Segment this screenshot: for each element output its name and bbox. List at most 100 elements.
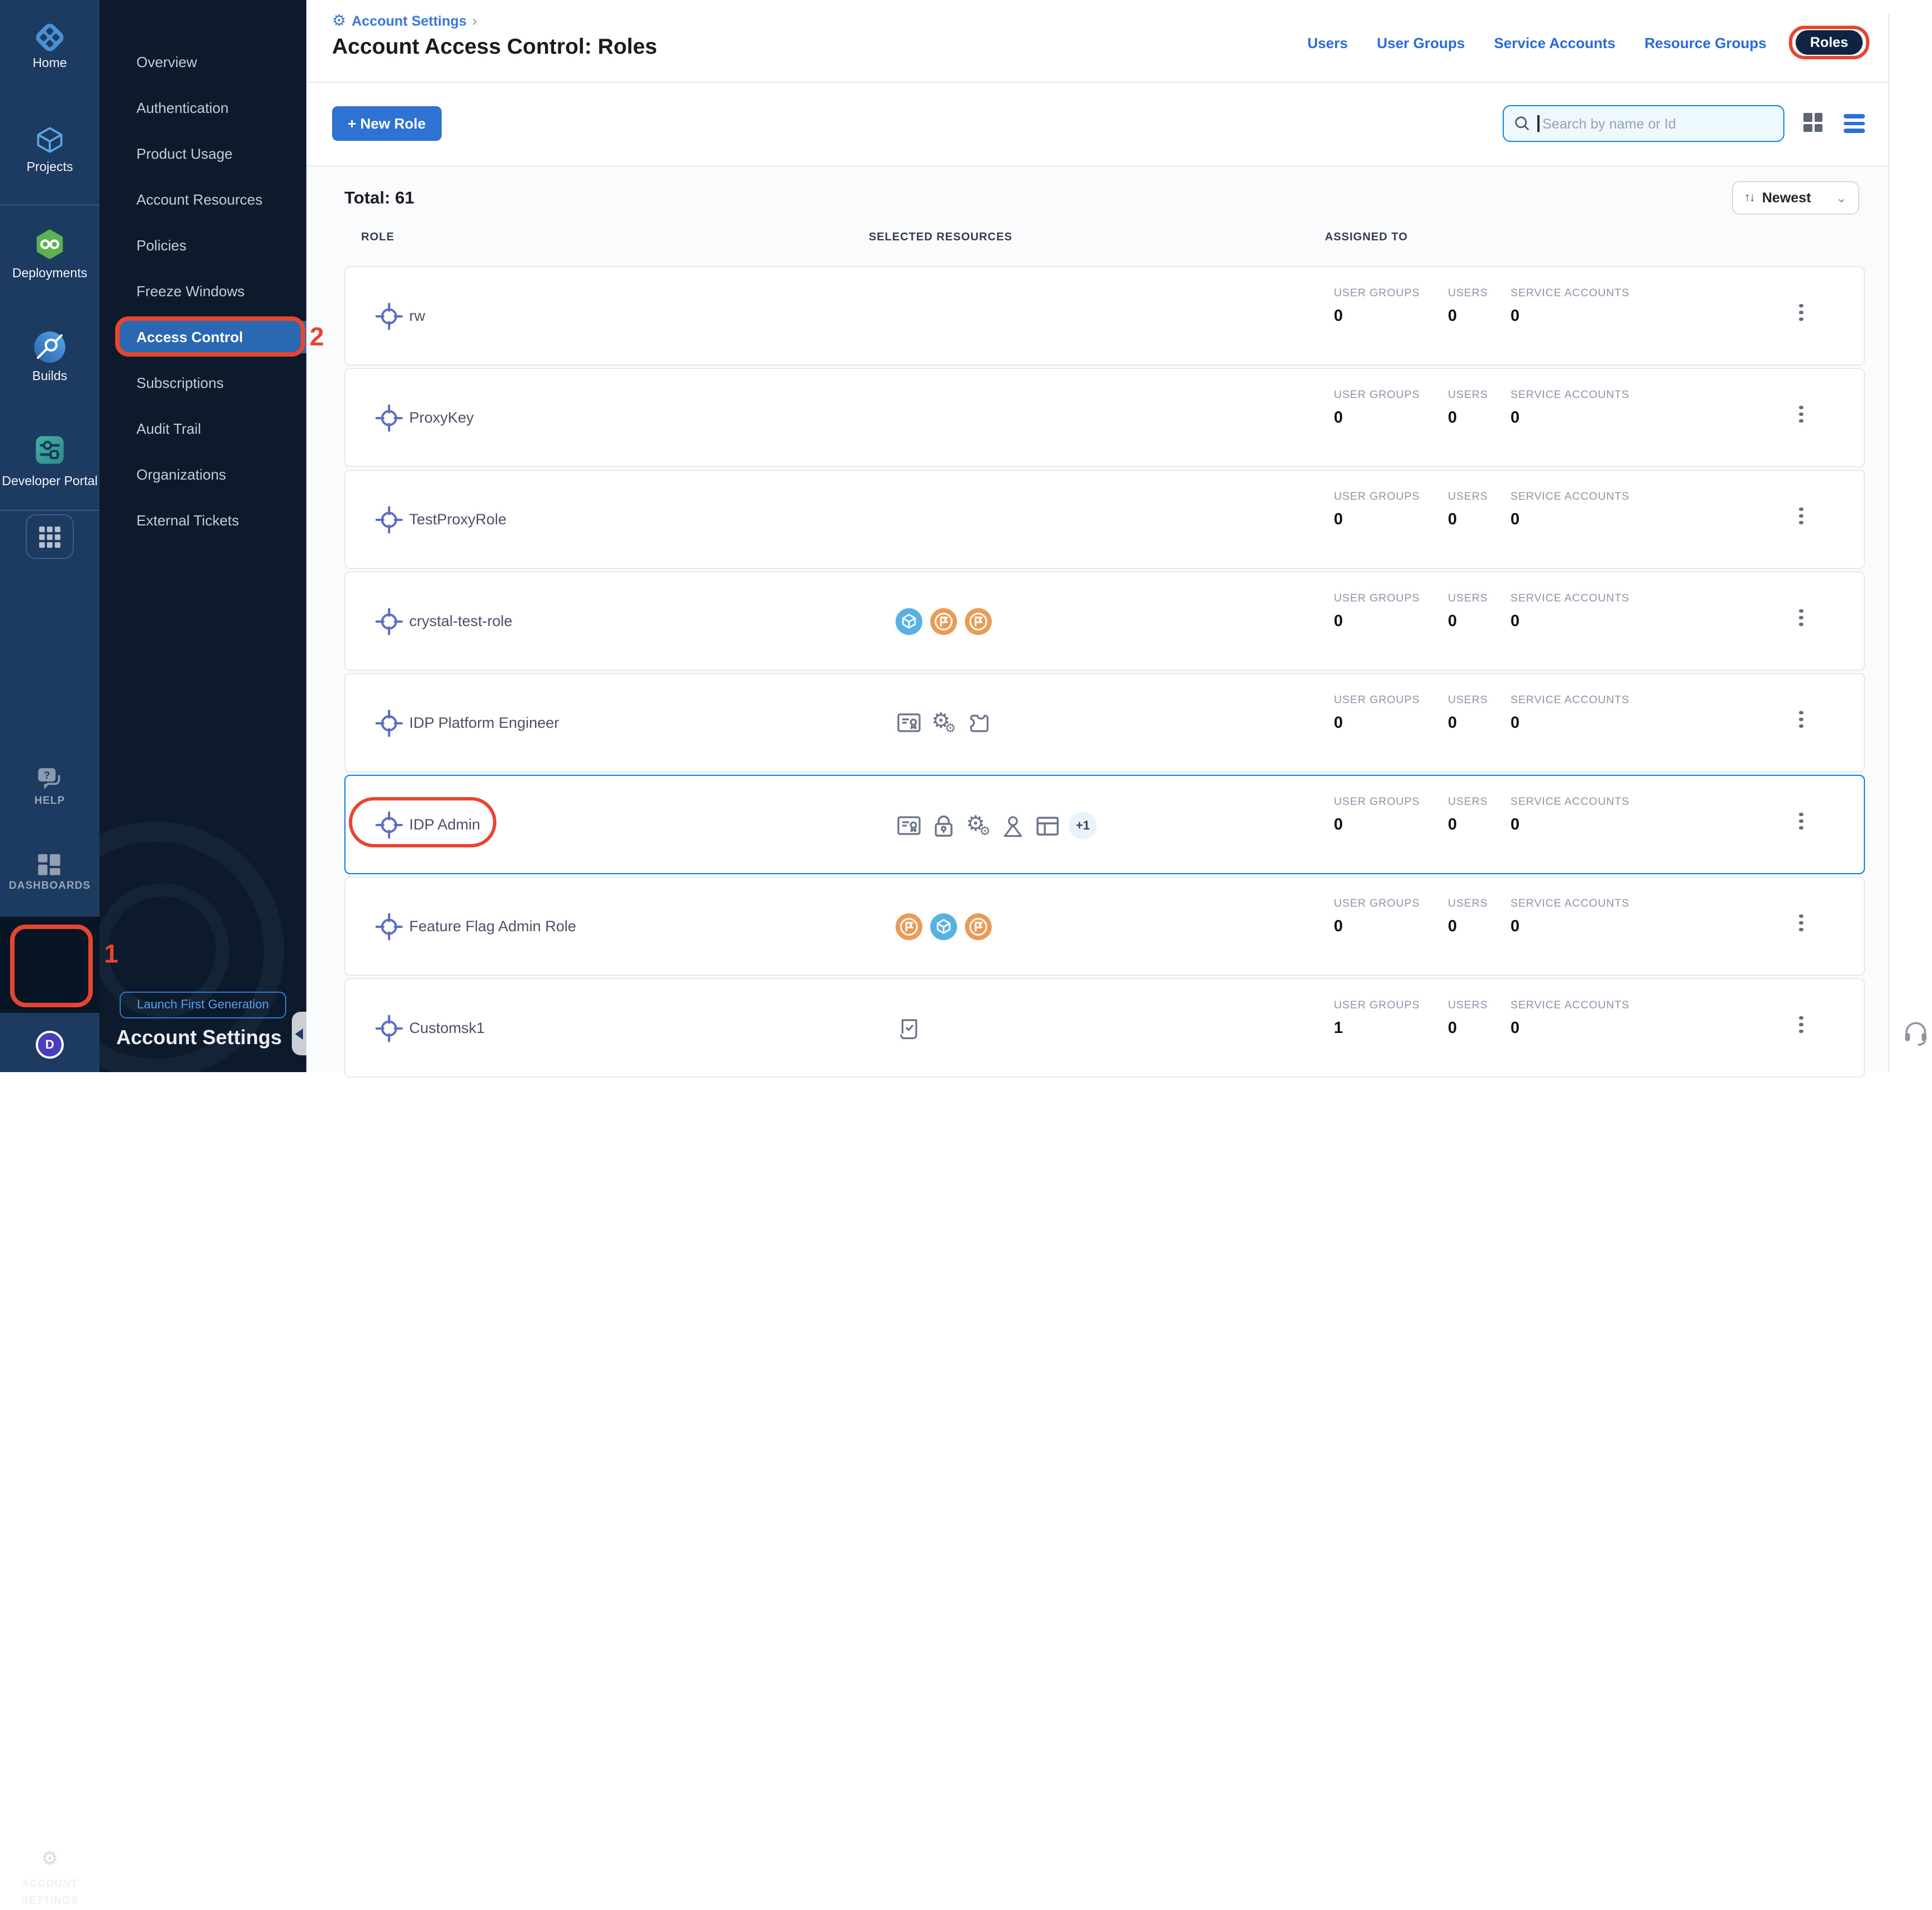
- users-label: USERS: [1448, 287, 1488, 300]
- table-row[interactable]: IDP Platform Engineer ⚙⚙ USER GROUPS 0 U…: [344, 673, 1865, 772]
- user-groups-count: 0: [1334, 816, 1343, 834]
- rail-item-deployments[interactable]: Deployments: [0, 267, 100, 281]
- kebab-menu[interactable]: [1790, 711, 1812, 738]
- cube-icon: [896, 608, 922, 635]
- kebab-menu[interactable]: [1790, 813, 1812, 840]
- role-name[interactable]: crystal-test-role: [409, 613, 513, 629]
- table-row[interactable]: rw USER GROUPS 0 USERS 0 SERVICE ACCOUNT…: [344, 266, 1865, 366]
- users-label: USERS: [1448, 389, 1488, 401]
- sidebar-item-overview[interactable]: Overview: [100, 46, 306, 78]
- user-groups-label: USER GROUPS: [1334, 491, 1420, 503]
- text-caret: [1537, 115, 1539, 132]
- overflow-count-badge[interactable]: +1: [1069, 812, 1097, 840]
- user-groups-count: 0: [1334, 613, 1343, 631]
- user-groups-label: USER GROUPS: [1334, 694, 1420, 707]
- role-name[interactable]: IDP Admin: [409, 816, 480, 833]
- table-row[interactable]: Feature Flag Admin Role USER GROUPS 0 US…: [344, 876, 1865, 976]
- flag-icon: [930, 608, 957, 635]
- gears-icon: ⚙⚙: [965, 812, 992, 839]
- rail-item-dashboards[interactable]: DASHBOARDS: [0, 880, 100, 892]
- settings-gear-icon: ⚙: [332, 11, 346, 30]
- sidebar-item-account-resources[interactable]: Account Resources: [100, 183, 306, 216]
- selected-resources: [896, 1015, 922, 1042]
- sidebar-item-authentication[interactable]: Authentication: [100, 92, 306, 124]
- breadcrumb-link[interactable]: Account Settings: [352, 13, 467, 29]
- list-view-toggle[interactable]: [1844, 114, 1865, 133]
- module-grid-icon[interactable]: [26, 514, 74, 559]
- home-icon[interactable]: [32, 20, 67, 55]
- service-accounts-count: 0: [1510, 1020, 1519, 1037]
- kebab-menu[interactable]: [1790, 914, 1812, 941]
- selected-resources: [896, 608, 992, 635]
- selected-resources: ⚙⚙ +1: [896, 812, 1097, 840]
- role-name[interactable]: Feature Flag Admin Role: [409, 918, 576, 935]
- role-target-icon: [375, 1014, 404, 1043]
- new-role-button[interactable]: + New Role: [332, 106, 441, 141]
- kebab-menu[interactable]: [1790, 1016, 1812, 1043]
- tab-service-accounts[interactable]: Service Accounts: [1494, 34, 1615, 51]
- role-name[interactable]: ProxyKey: [409, 409, 474, 426]
- flag-icon: [896, 913, 922, 940]
- sidebar-item-audit-trail[interactable]: Audit Trail: [100, 413, 306, 445]
- user-groups-label: USER GROUPS: [1334, 593, 1420, 605]
- user-avatar[interactable]: D: [36, 1031, 64, 1059]
- search-input[interactable]: Search by name or Id: [1503, 105, 1784, 142]
- role-name[interactable]: TestProxyRole: [409, 511, 506, 528]
- builds-icon[interactable]: [32, 330, 67, 364]
- table-row[interactable]: TestProxyRole USER GROUPS 0 USERS 0 SERV…: [344, 470, 1865, 569]
- tab-resource-groups[interactable]: Resource Groups: [1645, 34, 1767, 51]
- rail-item-account-settings[interactable]: ⚙ ACCOUNT SETTINGS: [0, 917, 100, 1013]
- role-target-icon: [375, 607, 404, 636]
- rail-item-developer-portal[interactable]: Developer Portal: [0, 474, 100, 490]
- sidebar-collapse-handle[interactable]: [292, 1012, 306, 1055]
- rail-item-help[interactable]: HELP: [0, 795, 100, 807]
- sidebar-item-external-tickets[interactable]: External Tickets: [100, 504, 306, 537]
- grid-view-toggle[interactable]: [1803, 113, 1822, 132]
- kebab-menu[interactable]: [1790, 406, 1812, 433]
- role-name[interactable]: rw: [409, 307, 425, 324]
- help-icon[interactable]: ?: [35, 765, 65, 792]
- users-count: 0: [1448, 613, 1457, 631]
- sidebar-item-policies[interactable]: Policies: [100, 229, 306, 262]
- column-header-role: ROLE: [361, 231, 395, 244]
- rail-divider: [0, 205, 100, 206]
- table-row[interactable]: Customsk1 USER GROUPS 1 USERS 0 SERVICE …: [344, 978, 1865, 1078]
- tab-user-groups[interactable]: User Groups: [1377, 34, 1465, 51]
- deployments-icon[interactable]: [32, 227, 67, 262]
- rail-item-home[interactable]: Home: [0, 57, 100, 70]
- kebab-menu[interactable]: [1790, 304, 1812, 331]
- service-accounts-label: SERVICE ACCOUNTS: [1510, 898, 1630, 910]
- user-groups-label: USER GROUPS: [1334, 898, 1420, 910]
- tab-roles-active[interactable]: Roles: [1796, 30, 1863, 55]
- roles-list: rw USER GROUPS 0 USERS 0 SERVICE ACCOUNT…: [344, 266, 1865, 1080]
- chevron-right-icon: ›: [472, 12, 477, 29]
- sidebar-item-organizations[interactable]: Organizations: [100, 458, 306, 491]
- kebab-menu[interactable]: [1790, 609, 1812, 636]
- sidebar-item-subscriptions[interactable]: Subscriptions: [100, 367, 306, 399]
- sidebar-item-product-usage[interactable]: Product Usage: [100, 138, 306, 170]
- user-groups-count: 0: [1334, 918, 1343, 936]
- user-groups-count: 1: [1334, 1020, 1343, 1037]
- dashboards-icon[interactable]: [36, 852, 64, 878]
- sidebar-item-access-control[interactable]: Access Control: [120, 321, 306, 353]
- table-row[interactable]: crystal-test-role USER GROUPS 0 USERS 0 …: [344, 571, 1865, 671]
- launch-first-generation-button[interactable]: Launch First Generation: [120, 992, 286, 1018]
- cube-icon: [930, 913, 957, 940]
- role-target-icon: [375, 912, 404, 941]
- rail-item-projects[interactable]: Projects: [0, 161, 100, 174]
- user-groups-count: 0: [1334, 511, 1343, 529]
- support-headset-icon[interactable]: [1902, 1018, 1930, 1046]
- service-accounts-count: 0: [1510, 816, 1519, 834]
- table-row-idp-admin[interactable]: IDP Admin ⚙⚙ +1 USER GROUPS 0 USERS 0 SE…: [344, 775, 1865, 874]
- role-name[interactable]: Customsk1: [409, 1020, 485, 1036]
- users-count: 0: [1448, 511, 1457, 529]
- rail-item-builds[interactable]: Builds: [0, 370, 100, 383]
- sidebar-item-freeze-windows[interactable]: Freeze Windows: [100, 275, 306, 307]
- sort-dropdown[interactable]: ↑↓ Newest ⌄: [1732, 181, 1859, 215]
- developer-portal-icon[interactable]: [32, 433, 67, 467]
- table-row[interactable]: ProxyKey USER GROUPS 0 USERS 0 SERVICE A…: [344, 368, 1865, 467]
- kebab-menu[interactable]: [1790, 508, 1812, 534]
- projects-cube-icon[interactable]: [32, 123, 67, 158]
- role-name[interactable]: IDP Platform Engineer: [409, 714, 559, 731]
- tab-users[interactable]: Users: [1308, 34, 1348, 51]
